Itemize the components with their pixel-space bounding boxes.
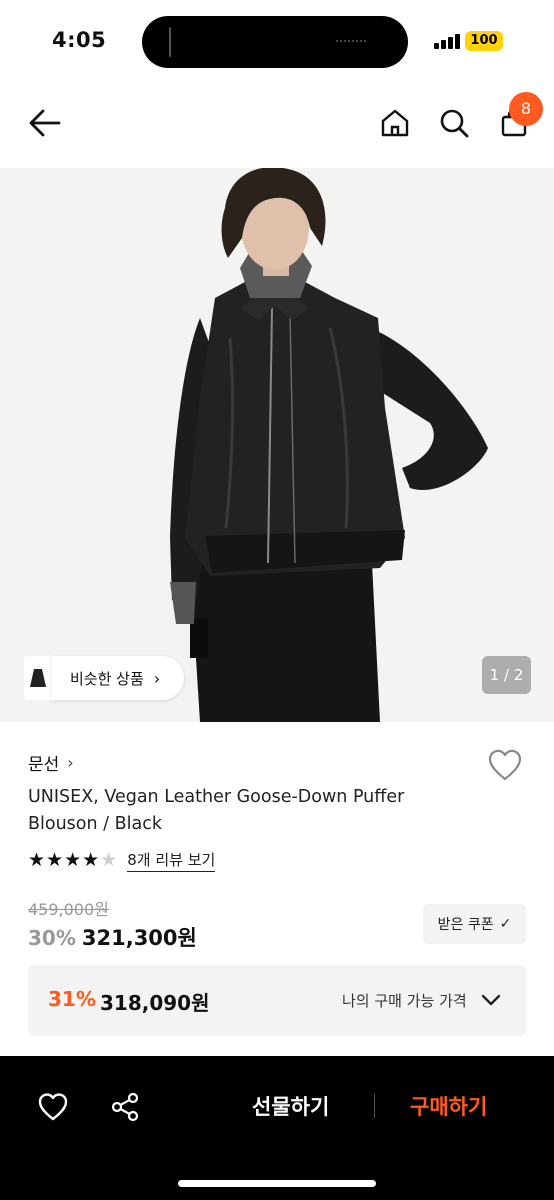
my-purchasable-price-panel[interactable]: 31% 318,090원 나의 구매 가능 가격 [28,965,526,1036]
coupon-label: 받은 쿠폰 [437,917,494,933]
product-image[interactable]: 비슷한 상품 › 1 / 2 [0,168,554,722]
brand-link[interactable]: 문선 › [28,750,74,775]
wishlist-heart-icon[interactable] [36,1090,70,1124]
back-arrow-icon[interactable] [28,106,62,140]
share-icon[interactable] [108,1090,142,1124]
star-empty-icon: ★ [100,849,118,871]
review-link[interactable]: 8개 리뷰 보기 [127,849,216,872]
status-time: 4:05 [52,28,107,52]
island-dots [336,40,366,42]
top-nav: 8 [0,92,554,162]
signal-icon [434,33,462,49]
image-page-indicator: 1 / 2 [482,656,531,694]
brand-name: 문선 [28,755,60,775]
similar-products-button[interactable]: 비슷한 상품 › [24,656,185,700]
my-price-label: 나의 구매 가능 가격 [342,992,467,1010]
check-icon: ✓ [499,916,512,932]
cart-badge: 8 [509,92,543,126]
my-discount-rate: 31% [48,987,96,1011]
chevron-right-icon: › [67,753,74,772]
star-rating: ★ ★ ★ ★ ★ [28,848,117,872]
home-icon[interactable] [378,106,412,140]
sale-price-row: 30% 321,300원 [28,922,197,952]
similar-products-label: 비슷한 상품 › [52,656,185,700]
similar-thumbnail [24,656,52,700]
dynamic-island [142,16,408,68]
product-title: UNISEX, Vegan Leather Goose-Down Puffer … [28,787,405,834]
chevron-down-icon [481,994,501,1006]
chevron-right-icon: › [153,668,161,688]
bottom-action-bar: 선물하기 구매하기 [0,1056,554,1200]
discount-rate: 30% [28,926,76,950]
search-icon[interactable] [437,106,471,140]
original-price: 459,000원 [28,900,109,919]
home-indicator [178,1180,376,1187]
gift-button[interactable]: 선물하기 [252,1090,329,1124]
product-photo-illustration [0,168,554,722]
status-bar: 4:05 100 [0,0,554,84]
star-filled-icon: ★ [64,849,82,871]
rating-row: ★ ★ ★ ★ ★ 8개 리뷰 보기 [28,848,216,872]
star-filled-icon: ★ [46,849,64,871]
sale-price: 321,300원 [81,926,197,950]
similar-label-text: 비슷한 상품 [70,669,144,688]
buy-button[interactable]: 구매하기 [410,1090,487,1124]
divider [374,1094,375,1118]
battery-indicator: 100 [465,31,503,51]
received-coupon-button[interactable]: 받은 쿠폰 ✓ [423,904,526,944]
star-filled-icon: ★ [82,849,100,871]
my-price: 318,090원 [100,991,210,1015]
camera-indicator [169,27,171,57]
wishlist-heart-icon[interactable] [487,748,525,784]
star-filled-icon: ★ [28,849,46,871]
